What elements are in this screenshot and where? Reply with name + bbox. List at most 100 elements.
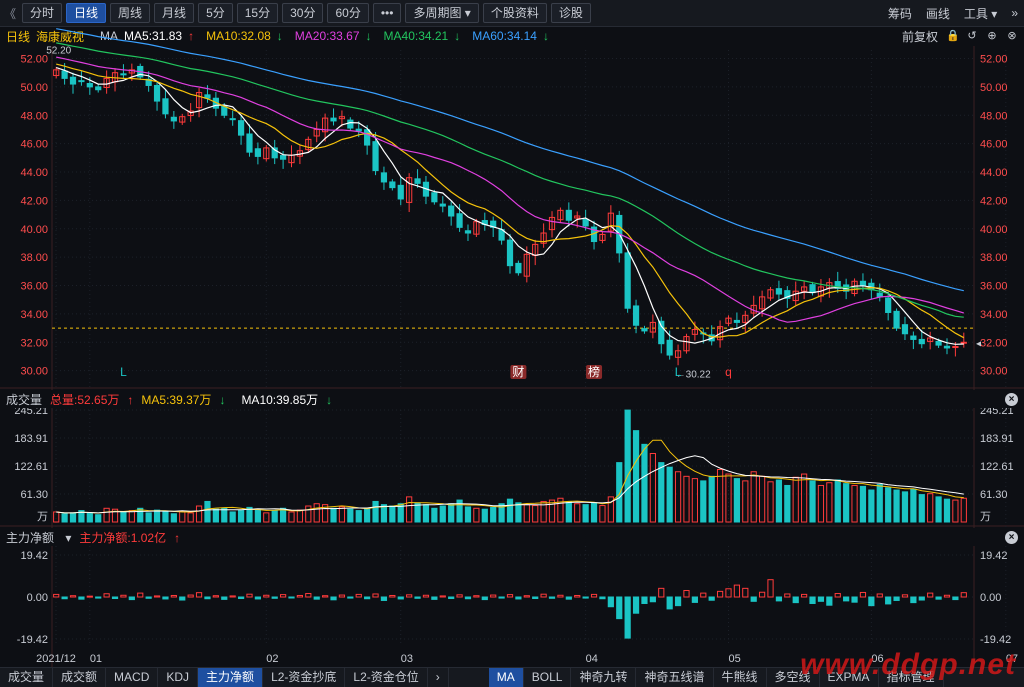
event-marker: q [725, 365, 732, 379]
tab-kdj[interactable]: KDJ [158, 668, 199, 687]
volume-bar [658, 462, 665, 523]
volume-bar [237, 510, 245, 523]
date-tick-label: 01 [90, 653, 102, 665]
volume-bar [523, 504, 530, 523]
event-marker: L [120, 365, 127, 379]
volume-bar [263, 512, 270, 523]
candle-body [582, 218, 589, 227]
candle-body [187, 110, 194, 117]
undo-icon[interactable]: ↺ [966, 30, 978, 42]
tools-dropdown[interactable]: 工具 ▾ [964, 5, 997, 22]
candlestick-series [53, 63, 967, 366]
ma-info-bar: 日线 海康威视 MA MA5:31.83 ↑ MA10:32.08 ↓ MA20:3… [0, 26, 1024, 46]
close-icon[interactable]: × [1005, 392, 1018, 406]
price-tick-label: 32.00 [20, 337, 48, 349]
volume-bar [380, 504, 388, 523]
net-flow-bar [506, 594, 514, 598]
volume-bar [666, 466, 673, 523]
volume-bar [61, 513, 68, 523]
candle-body [490, 220, 497, 228]
candle-body [759, 296, 766, 310]
net-flow-bar [742, 587, 749, 598]
tab-60min[interactable]: 60分 [327, 3, 369, 23]
candle-body [422, 181, 430, 197]
candle-body [574, 215, 581, 219]
multi-period-dropdown[interactable]: 多周期图 ▾ [405, 3, 479, 23]
tab-daily[interactable]: 日线 [66, 3, 107, 23]
net-flow-bar [590, 593, 598, 598]
tab-weekly[interactable]: 周线 [110, 3, 151, 23]
diagnose-button[interactable]: 诊股 [550, 3, 591, 23]
add-icon[interactable]: ⊕ [986, 30, 998, 42]
tab-five-lines[interactable]: 神奇五线谱 [636, 668, 714, 687]
volume-bar [716, 468, 724, 523]
tab-5min[interactable]: 5分 [198, 3, 233, 23]
low-label: ←30.22 [676, 370, 711, 381]
adjust-label[interactable]: 前复权 [902, 28, 938, 45]
close-icon[interactable]: ⊗ [1006, 30, 1018, 42]
candle-body [103, 77, 110, 88]
next-tabs-icon[interactable]: › [428, 668, 449, 687]
collapse-right-icon[interactable]: » [1011, 6, 1018, 20]
chips-button[interactable]: 筹码 [888, 5, 912, 22]
net-flow-tick-label: 19.42 [20, 550, 48, 562]
volume-bar [960, 497, 967, 523]
tab-turnover[interactable]: 成交额 [53, 668, 107, 687]
collapse-left-icon[interactable]: 《 [4, 5, 18, 22]
candle-body [61, 70, 68, 79]
volume-bar [733, 478, 741, 523]
net-flow-bar [548, 596, 556, 599]
current-price-arrow-icon: ◂ [976, 338, 981, 349]
volume-bar [137, 507, 144, 523]
ma-label[interactable]: MA [100, 29, 118, 43]
tab-15min[interactable]: 15分 [236, 3, 279, 23]
tab-monthly[interactable]: 月线 [154, 3, 195, 23]
candle-body [809, 284, 816, 294]
net-flow-title[interactable]: 主力净额 ▾ [6, 529, 71, 546]
volume-bar [792, 476, 799, 523]
volume-bar [649, 452, 656, 523]
tab-net-flow[interactable]: 主力净额 [198, 668, 264, 687]
draw-line-button[interactable]: 画线 [926, 5, 950, 22]
tab-volume[interactable]: 成交量 [0, 668, 54, 687]
ma-lines [56, 28, 965, 345]
tab-ma[interactable]: MA [488, 668, 524, 687]
net-flow-bar [212, 595, 219, 598]
candle-body [506, 239, 514, 267]
tab-30min[interactable]: 30分 [282, 3, 324, 23]
candle-body [834, 281, 841, 289]
candle-body [263, 147, 270, 160]
stock-info-button[interactable]: 个股资料 [482, 3, 547, 23]
volume-bar [742, 480, 749, 523]
more-button[interactable]: ••• [372, 3, 402, 23]
tab-nine-turn[interactable]: 神奇九转 [571, 668, 637, 687]
tab-l2-bottom[interactable]: L2-资金抄底 [263, 668, 346, 687]
net-flow-bar [338, 594, 346, 598]
net-flow-bar [624, 596, 631, 639]
tab-intraday[interactable]: 分时 [22, 3, 63, 23]
volume-title[interactable]: 成交量 [6, 391, 42, 408]
volume-bar [775, 479, 783, 523]
candle-body [927, 337, 934, 342]
candle-body [901, 324, 909, 335]
tab-macd[interactable]: MACD [106, 668, 159, 687]
net-flow-bar [389, 594, 396, 598]
tab-boll[interactable]: BOLL [524, 668, 572, 687]
net-flow-bar [95, 596, 102, 599]
multi-period-label: 多周期图 [413, 6, 462, 20]
candle-body [389, 181, 396, 189]
tab-l2-position[interactable]: L2-资金仓位 [345, 668, 428, 687]
net-flow-bar [801, 593, 808, 598]
lock-icon[interactable]: 🔒 [946, 30, 960, 42]
candle-body [532, 243, 539, 256]
volume-bar [826, 482, 833, 523]
price-tick-label: 50.00 [20, 82, 48, 94]
net-flow-bar [61, 596, 68, 600]
tab-bull-bear[interactable]: 牛熊线 [714, 668, 767, 687]
close-icon[interactable]: × [1005, 530, 1018, 544]
candle-body [279, 155, 287, 160]
candle-body [212, 97, 219, 109]
stock-chart[interactable]: 52.00 50.00 48.00 46.00 44.00 42.00 40.00 38.00… [0, 0, 1024, 686]
candle-body [137, 65, 144, 78]
candle-body [943, 345, 951, 349]
